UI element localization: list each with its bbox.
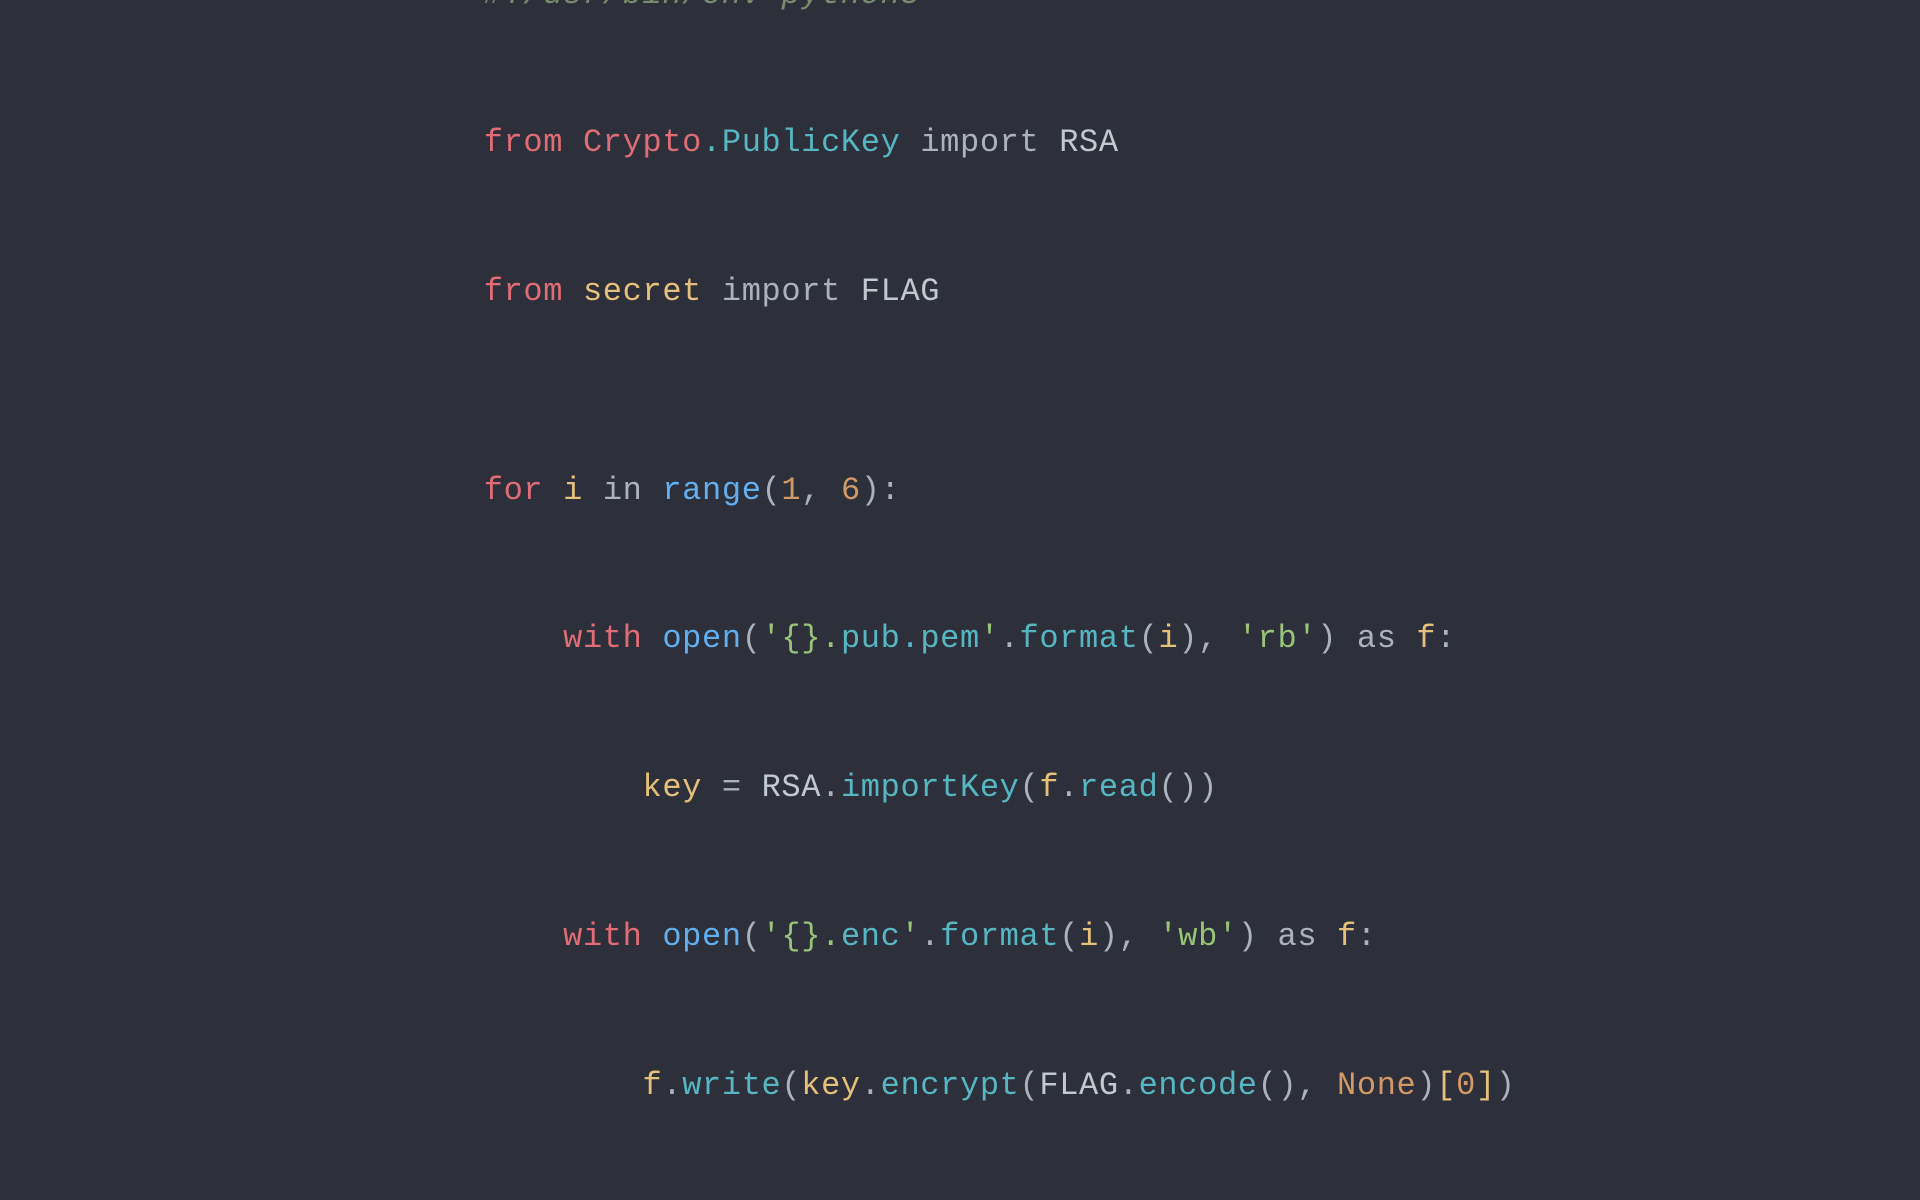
enc-method: enc [841,918,901,955]
encode-method: encode [1139,1067,1258,1104]
num-0: 0 [1456,1067,1476,1104]
flag-ref2: FLAG [1039,1067,1118,1104]
var-i3: i [1079,918,1099,955]
import-keyword2: import [722,273,841,310]
read-method: read [1079,769,1158,806]
line-for: for i in range(1, 6): [404,416,1515,565]
flag-var: FLAG [861,273,940,310]
as-keyword1: as [1357,620,1397,657]
num-1: 1 [781,472,801,509]
string-pub-pem: '{}. [762,620,841,657]
var-key: key [643,769,703,806]
var-f4: f [643,1067,663,1104]
for-keyword: for [484,472,544,509]
string-enc: '{}. [762,918,841,955]
with-keyword2: with [563,918,642,955]
write-method: write [682,1067,781,1104]
line-with2: with open('{}.enc'.format(i), 'wb') as f… [404,862,1515,1011]
line-key: key = RSA.importKey(f.read()) [404,714,1515,863]
line-import1: from Crypto.PublicKey import RSA [404,69,1515,218]
encrypt-method: encrypt [881,1067,1020,1104]
blank-line-1 [404,366,1515,416]
pub-method: pub [841,620,901,657]
pem-method: pem [920,620,980,657]
module-secret: secret [583,273,702,310]
var-f2: f [1039,769,1059,806]
from-keyword2: from [484,273,563,310]
format-method2: format [940,918,1059,955]
open-func1: open [662,620,741,657]
rsa-ref: RSA [762,769,822,806]
num-6: 6 [841,472,861,509]
var-f3: f [1337,918,1357,955]
code-block: #!/usr/bin/env python3 from Crypto.Publi… [344,0,1575,1200]
rsa-class: RSA [1059,124,1119,161]
string-rb: 'rb' [1238,620,1317,657]
var-key2: key [801,1067,861,1104]
range-func: range [662,472,761,509]
open-func2: open [662,918,741,955]
line-write: f.write(key.encrypt(FLAG.encode(), None)… [404,1011,1515,1160]
module-publickey: PublicKey [722,124,901,161]
in-keyword: in [603,472,643,509]
importkey-method: importKey [841,769,1020,806]
var-f1: f [1416,620,1436,657]
with-keyword1: with [563,620,642,657]
from-keyword: from [484,124,563,161]
var-i2: i [1158,620,1178,657]
module-crypto: Crypto [583,124,702,161]
line-import2: from secret import FLAG [404,218,1515,367]
format-method1: format [1020,620,1139,657]
line-with1: with open('{}.pub.pem'.format(i), 'rb') … [404,565,1515,714]
as-keyword2: as [1278,918,1318,955]
none-keyword: None [1337,1067,1416,1104]
dot1: . [702,124,722,161]
bracket-close: ] [1476,1067,1496,1104]
var-i: i [563,472,583,509]
string-wb: 'wb' [1158,918,1237,955]
bracket-open: [ [1436,1067,1456,1104]
shebang-comment: #!/usr/bin/env python3 [484,0,921,13]
import-keyword1: import [920,124,1039,161]
line-shebang: #!/usr/bin/env python3 [404,0,1515,69]
